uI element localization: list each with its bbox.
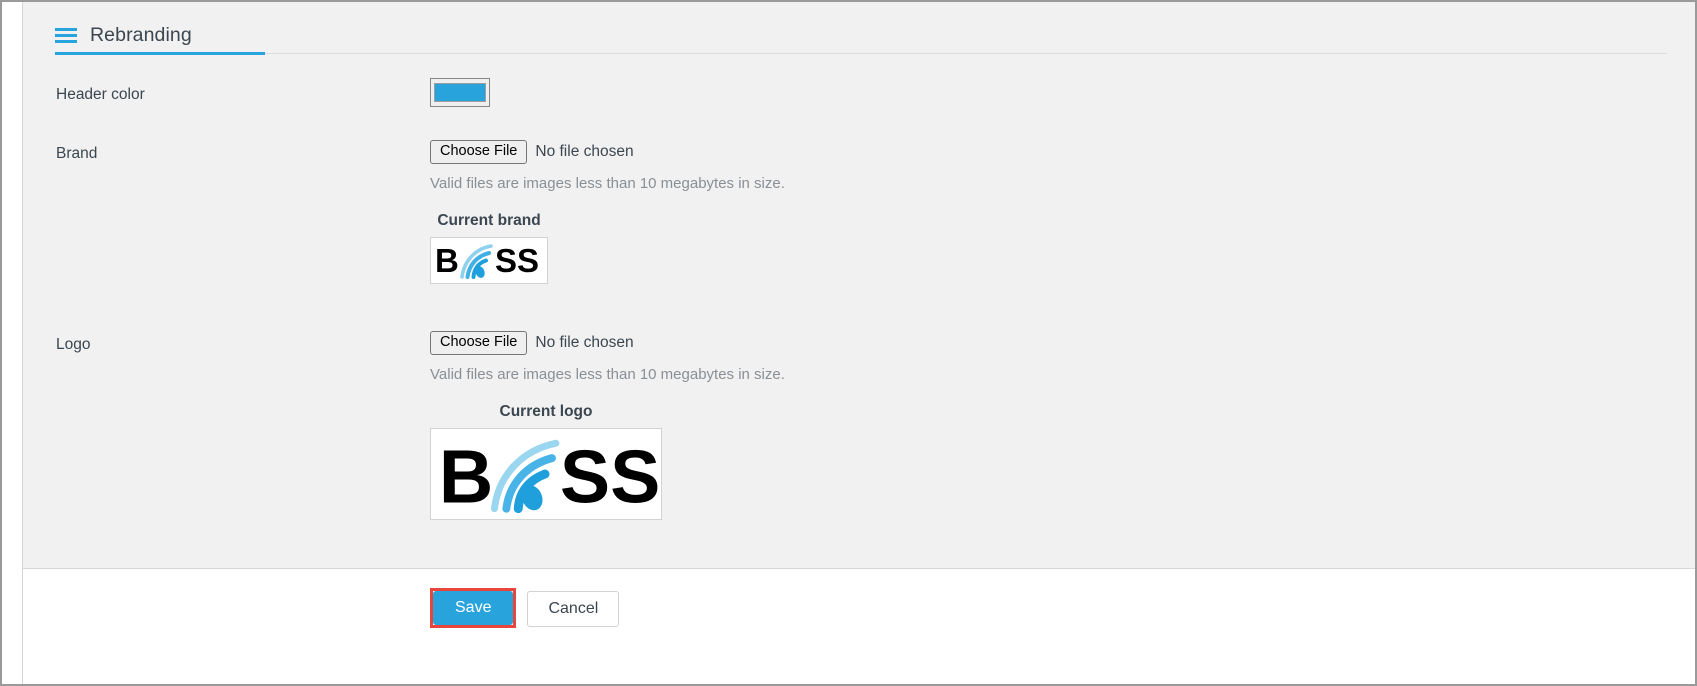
logo-file-input[interactable]: Choose File No file chosen — [430, 331, 785, 355]
logo-help-text: Valid files are images less than 10 mega… — [430, 366, 785, 383]
header-color-field — [430, 78, 490, 107]
brand-choose-file-button[interactable]: Choose File — [430, 140, 528, 164]
save-button-highlight: Save — [430, 588, 517, 628]
current-logo-block: Current logo B SS — [430, 403, 785, 525]
logo-field: Choose File No file chosen Valid files a… — [430, 331, 785, 525]
header-color-swatch-input[interactable] — [430, 78, 490, 107]
save-button[interactable]: Save — [433, 591, 514, 625]
current-brand-caption: Current brand — [437, 212, 541, 229]
header-color-label: Header color — [56, 86, 145, 103]
brand-file-input[interactable]: Choose File No file chosen — [430, 140, 785, 164]
current-brand-block: Current brand B SS — [430, 212, 785, 289]
cancel-button[interactable]: Cancel — [527, 591, 620, 627]
logo-label: Logo — [56, 336, 91, 353]
svg-text:SS: SS — [560, 435, 661, 519]
form-actions-bar: Save Cancel — [23, 570, 1695, 684]
brand-file-status: No file chosen — [535, 143, 634, 160]
section-header: Rebranding — [55, 18, 1667, 54]
header-color-swatch — [434, 83, 486, 102]
page-title: Rebranding — [90, 23, 192, 46]
brand-help-text: Valid files are images less than 10 mega… — [430, 175, 785, 192]
brand-field: Choose File No file chosen Valid files a… — [430, 140, 785, 289]
current-logo-image-frame: B SS — [430, 428, 662, 520]
svg-text:B: B — [435, 242, 459, 279]
svg-text:SS: SS — [495, 242, 539, 279]
current-brand-logo-image: B SS — [431, 238, 547, 283]
hamburger-menu-icon[interactable] — [55, 27, 77, 43]
active-section-underline — [55, 52, 265, 55]
current-logo-caption: Current logo — [499, 403, 593, 420]
rebranding-settings-panel: Rebranding Header color Brand Choose Fil… — [23, 2, 1695, 569]
logo-choose-file-button[interactable]: Choose File — [430, 331, 528, 355]
logo-file-status: No file chosen — [535, 334, 634, 351]
svg-text:B: B — [439, 435, 493, 519]
brand-label: Brand — [56, 145, 98, 162]
current-brand-image-frame: B SS — [430, 237, 548, 284]
screenshot-frame: Rebranding Header color Brand Choose Fil… — [0, 0, 1697, 686]
current-logo-image: B SS — [431, 429, 661, 519]
